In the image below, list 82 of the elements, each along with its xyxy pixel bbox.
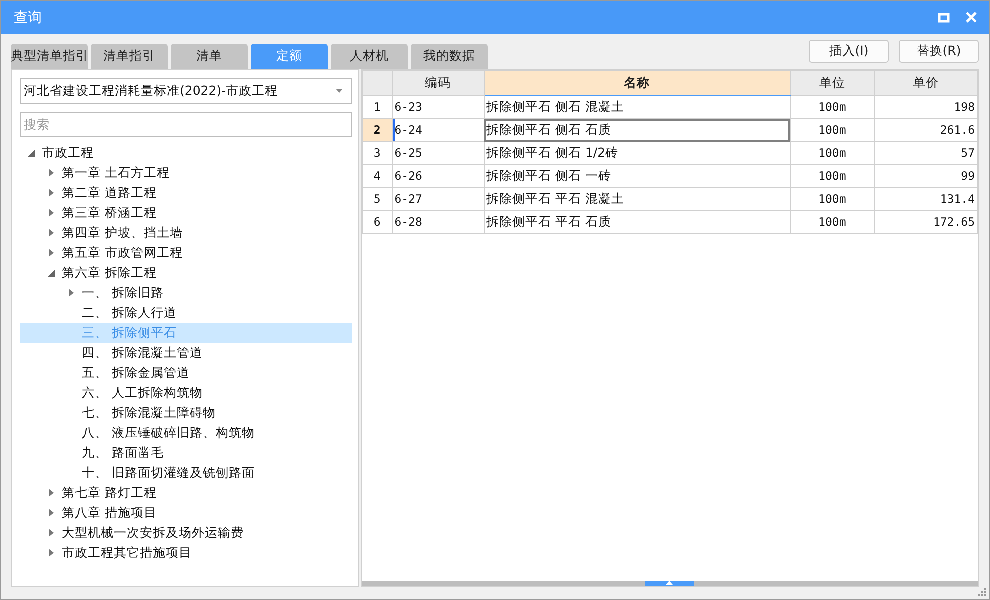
tree-item[interactable]: 第七章 路灯工程 — [20, 483, 352, 503]
table-cell: 172.65 — [874, 210, 978, 234]
expand-arrow-icon[interactable] — [48, 529, 54, 537]
row-number[interactable]: 3 — [362, 142, 392, 164]
tree-item[interactable]: 市政工程 — [20, 143, 352, 163]
table-cell: 99 — [874, 164, 978, 188]
tab[interactable]: 清单 — [171, 44, 248, 69]
collapse-arrow-icon[interactable] — [28, 150, 34, 156]
tree-item[interactable]: 九、 路面凿毛 — [20, 443, 352, 463]
column-header[interactable]: 单位 — [790, 70, 875, 96]
insert-button[interactable]: 插入(I) — [809, 40, 889, 63]
table-cell: 6-23 — [392, 96, 484, 118]
tree-item[interactable]: 五、 拆除金属管道 — [20, 363, 352, 383]
tree-item[interactable]: 第二章 道路工程 — [20, 183, 352, 203]
expand-arrow-icon[interactable] — [48, 549, 54, 557]
table-cell: 拆除侧平石 侧石 一砖 — [484, 164, 790, 188]
table-cell: 拆除侧平石 侧石 混凝土 — [484, 96, 790, 118]
table-cell: 100m — [790, 210, 875, 234]
table-cell: 6-28 — [392, 210, 484, 234]
table-cell: 拆除侧平石 侧石 1/2砖 — [484, 142, 790, 164]
table-cell: 6-25 — [392, 142, 484, 164]
tree-item[interactable]: 大型机械一次安拆及场外运输费 — [20, 523, 352, 543]
tree-item[interactable]: 八、 液压锤破碎旧路、构筑物 — [20, 423, 352, 443]
table-cell: 100m — [790, 164, 875, 188]
tree-item[interactable]: 第八章 措施项目 — [20, 503, 352, 523]
row-number[interactable]: 6 — [362, 210, 392, 234]
row-number[interactable]: 2 — [362, 118, 392, 142]
tree-item[interactable]: 市政工程其它措施项目 — [20, 543, 352, 563]
table-cell: 57 — [874, 142, 978, 164]
maximize-icon[interactable] — [938, 12, 950, 22]
resize-grip-icon[interactable] — [977, 587, 987, 597]
tree-item[interactable]: 四、 拆除混凝土管道 — [20, 343, 352, 363]
column-header[interactable]: 编码 — [392, 70, 484, 96]
tab[interactable]: 典型清单指引 — [11, 44, 88, 69]
row-number[interactable]: 1 — [362, 96, 392, 118]
row-number[interactable]: 4 — [362, 164, 392, 188]
tree-item[interactable]: 第六章 拆除工程 — [20, 263, 352, 283]
table-cell: 100m — [790, 118, 875, 142]
table-cell: 100m — [790, 96, 875, 118]
tree-item[interactable]: 七、 拆除混凝土障碍物 — [20, 403, 352, 423]
replace-button[interactable]: 替换(R) — [899, 40, 979, 63]
table-cell: 6-26 — [392, 164, 484, 188]
tree-item[interactable]: 第四章 护坡、挡土墙 — [20, 223, 352, 243]
tree-item[interactable]: 十、 旧路面切灌缝及铣刨路面 — [20, 463, 352, 483]
expand-arrow-icon[interactable] — [68, 289, 74, 297]
expand-arrow-icon[interactable] — [48, 229, 54, 237]
column-header[interactable]: 名称 — [484, 70, 790, 96]
column-header[interactable]: 单价 — [874, 70, 978, 96]
tree-item[interactable]: 第一章 土石方工程 — [20, 163, 352, 183]
table-cell: 100m — [790, 188, 875, 210]
library-dropdown[interactable]: 河北省建设工程消耗量标准(2022)-市政工程 — [20, 78, 352, 104]
table-cell: 6-27 — [392, 188, 484, 210]
table-cell: 198 — [874, 96, 978, 118]
table-cell: 261.6 — [874, 118, 978, 142]
row-number[interactable]: 5 — [362, 188, 392, 210]
table-cell: 拆除侧平石 平石 石质 — [484, 210, 790, 234]
horizontal-scrollbar[interactable] — [362, 581, 978, 586]
tree-item[interactable]: 第三章 桥涵工程 — [20, 203, 352, 223]
table-cell: 100m — [790, 142, 875, 164]
dropdown-caret-icon — [336, 89, 343, 93]
expand-arrow-icon[interactable] — [48, 249, 54, 257]
search-field[interactable]: 搜索 — [20, 112, 352, 137]
tree-item[interactable]: 二、 拆除人行道 — [20, 303, 352, 323]
close-icon[interactable] — [966, 12, 977, 23]
tree-item[interactable]: 六、 人工拆除构筑物 — [20, 383, 352, 403]
table-cell: 拆除侧平石 平石 混凝土 — [484, 188, 790, 210]
tree-item[interactable]: 一、 拆除旧路 — [20, 283, 352, 303]
collapse-arrow-icon[interactable] — [48, 270, 54, 276]
tab[interactable]: 我的数据 — [411, 44, 488, 69]
tree-item[interactable]: 第五章 市政管网工程 — [20, 243, 352, 263]
scroll-thumb[interactable] — [645, 581, 694, 586]
table-cell: 131.4 — [874, 188, 978, 210]
table-cell: 拆除侧平石 侧石 石质 — [484, 118, 790, 142]
table-cell: 6-24 — [392, 118, 484, 142]
tab[interactable]: 人材机 — [331, 44, 408, 69]
expand-arrow-icon[interactable] — [48, 509, 54, 517]
expand-arrow-icon[interactable] — [48, 169, 54, 177]
expand-arrow-icon[interactable] — [48, 189, 54, 197]
window-title: 查询 — [14, 8, 42, 26]
expand-arrow-icon[interactable] — [48, 209, 54, 217]
tab[interactable]: 清单指引 — [91, 44, 168, 69]
expand-arrow-icon[interactable] — [48, 489, 54, 497]
